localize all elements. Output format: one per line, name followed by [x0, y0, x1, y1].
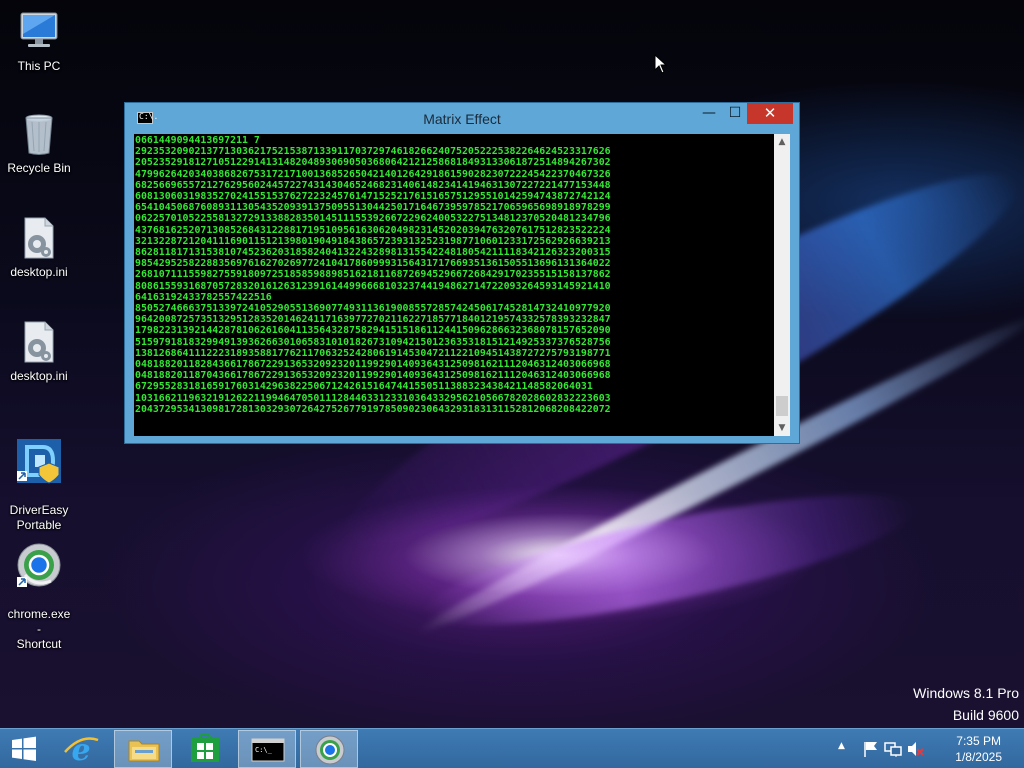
- vertical-scrollbar[interactable]: ▲ ▼: [774, 134, 790, 436]
- minimize-button[interactable]: —: [696, 103, 722, 124]
- desktop-icon-label: desktop.ini: [10, 265, 68, 279]
- show-hidden-icons-chevron-icon[interactable]: ▲: [838, 741, 845, 751]
- desktop-icon-label: chrome.exe - Shortcut: [7, 607, 71, 651]
- scroll-down-arrow-icon[interactable]: ▼: [774, 420, 790, 436]
- chrome-icon: [17, 543, 61, 587]
- desktop: This PC Recycle Bin desktop.ini desktop.…: [0, 0, 1024, 728]
- drivereasy-icon: [17, 439, 61, 484]
- console-icon: C:\_: [251, 738, 285, 762]
- desktop-icon-recycle-bin[interactable]: Recycle Bin: [4, 110, 74, 176]
- close-button[interactable]: ✕: [747, 103, 793, 124]
- clock-date: 1/8/2025: [955, 750, 1002, 764]
- desktop-icon-chrome-shortcut[interactable]: chrome.exe - Shortcut: [4, 526, 74, 667]
- taskbar: e C:\_ ▲ 7:35 PM 1/8/2025: [0, 728, 1024, 768]
- windows-logo-icon: [12, 736, 36, 761]
- clock-time: 7:35 PM: [956, 734, 1001, 748]
- system-clock[interactable]: 7:35 PM 1/8/2025: [955, 733, 1002, 765]
- settings-file-icon: [24, 321, 54, 363]
- watermark-build: Build 9600: [952, 707, 1019, 723]
- chrome-icon: [315, 735, 345, 765]
- taskbar-store[interactable]: [176, 730, 234, 768]
- desktop-icon-label: desktop.ini: [10, 369, 68, 383]
- desktop-icon-desktop-ini[interactable]: desktop.ini: [4, 318, 74, 384]
- speaker-muted-icon[interactable]: [906, 740, 924, 758]
- this-pc-icon: [20, 12, 58, 47]
- console-window[interactable]: C:\. Matrix Effect — ☐ ✕ 066144909441369…: [124, 102, 800, 444]
- taskbar-command-prompt[interactable]: C:\_: [238, 730, 296, 768]
- taskbar-internet-explorer[interactable]: e: [52, 730, 110, 768]
- desktop-icon-label: Recycle Bin: [7, 161, 71, 175]
- mouse-pointer-icon: [654, 54, 668, 74]
- console-output-area[interactable]: 0661449094413697211 7 292353209021377130…: [134, 134, 790, 436]
- folder-icon: [128, 740, 160, 762]
- title-bar[interactable]: C:\. Matrix Effect — ☐ ✕: [125, 103, 799, 133]
- watermark-edition: Windows 8.1 Pro: [913, 685, 1019, 701]
- network-icon[interactable]: [884, 740, 902, 758]
- store-icon: [191, 732, 219, 762]
- maximize-button[interactable]: ☐: [722, 103, 748, 124]
- desktop-icon-this-pc[interactable]: This PC: [4, 8, 74, 74]
- console-output-text: 0661449094413697211 7 292353209021377130…: [135, 135, 611, 415]
- windows-version-watermark: Windows 8.1 Pro Build 9600: [913, 682, 1019, 726]
- start-button[interactable]: [0, 730, 48, 768]
- scroll-thumb[interactable]: [776, 396, 788, 416]
- notification-area: ▲ 7:35 PM 1/8/2025: [834, 729, 1024, 768]
- desktop-icon-label: This PC: [17, 59, 61, 73]
- recycle-bin-icon: [25, 114, 53, 155]
- scroll-up-arrow-icon[interactable]: ▲: [774, 134, 790, 150]
- svg-text:C:\_: C:\_: [255, 746, 273, 754]
- taskbar-file-explorer[interactable]: [114, 730, 172, 768]
- ie-icon: e: [64, 733, 99, 768]
- settings-file-icon: [24, 217, 54, 259]
- flag-icon[interactable]: [862, 740, 880, 758]
- desktop-icon-desktop-ini[interactable]: desktop.ini: [4, 214, 74, 280]
- taskbar-chrome[interactable]: [300, 730, 358, 768]
